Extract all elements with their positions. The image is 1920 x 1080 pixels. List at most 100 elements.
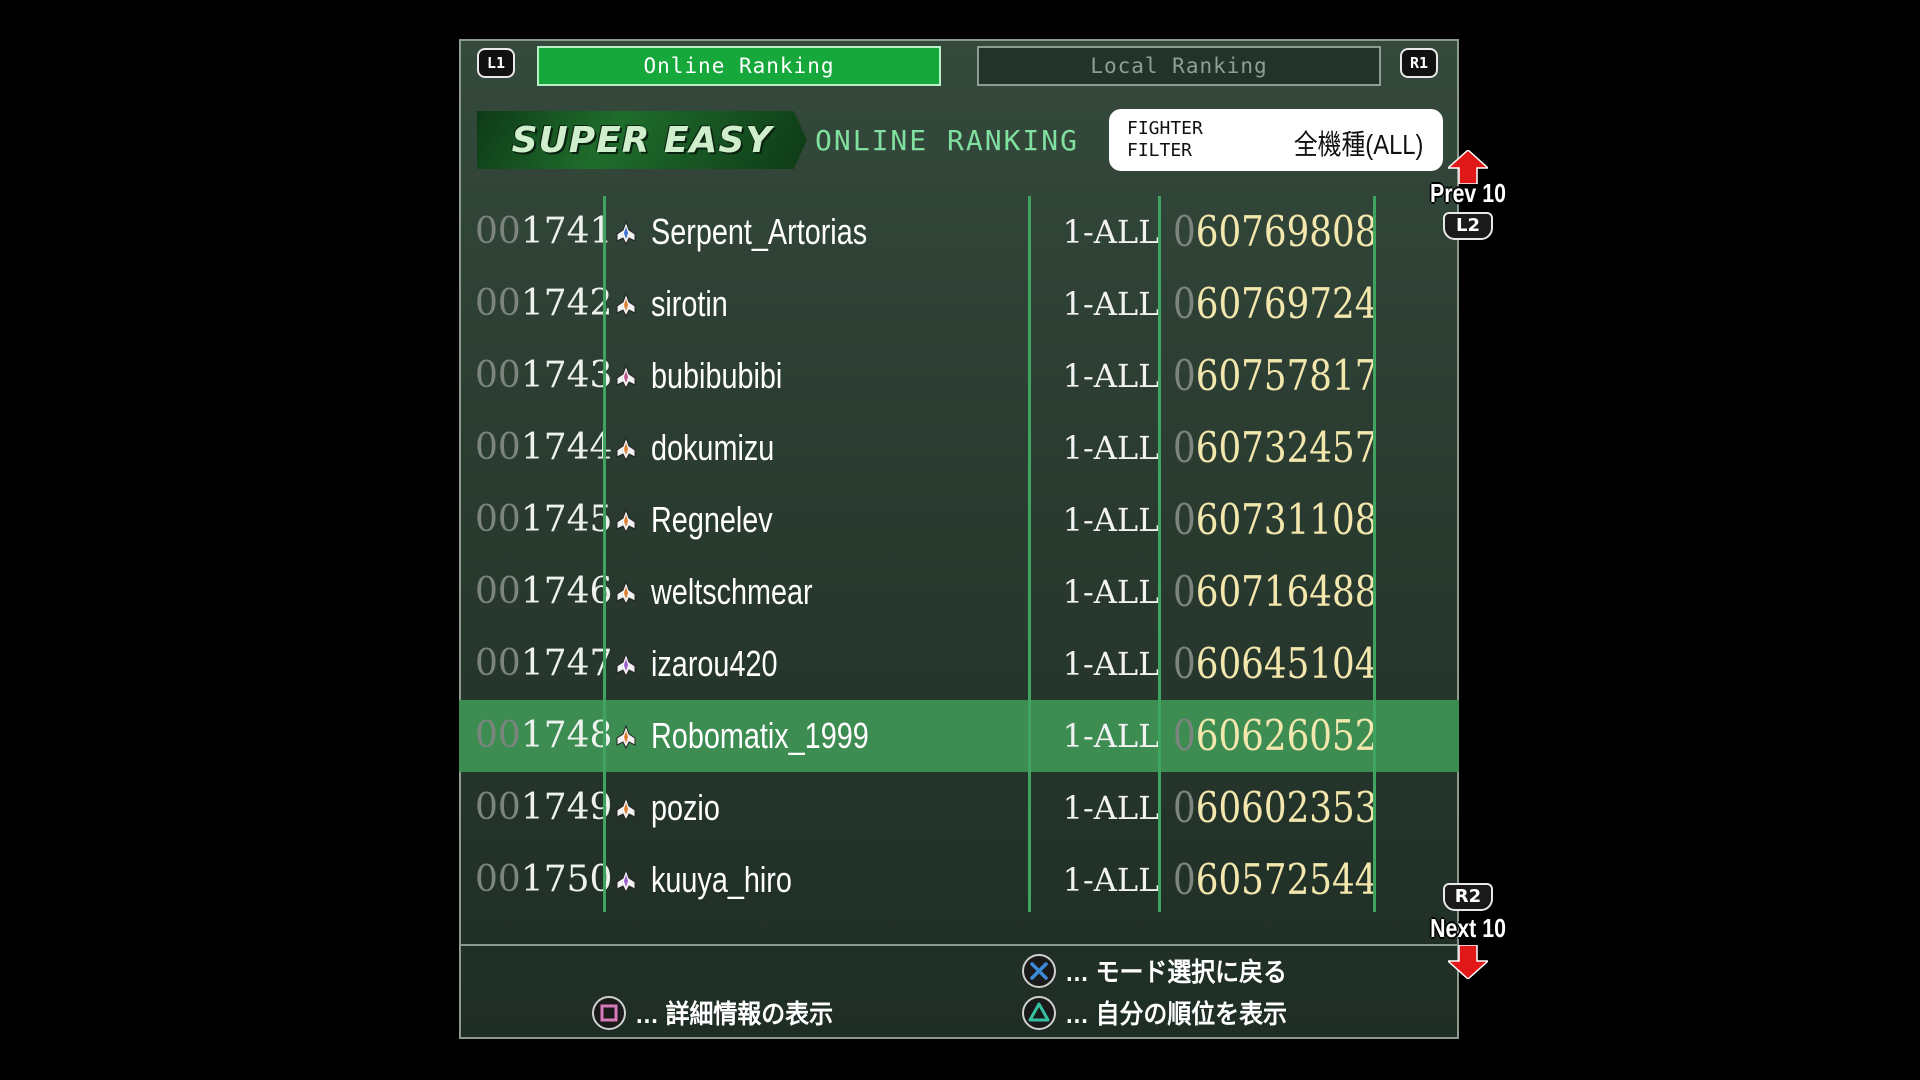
fighter-filter[interactable]: FIGHTER FILTER 全機種(ALL) (1109, 109, 1443, 171)
triangle-button-icon (1022, 995, 1056, 1030)
player-name: kuuya_hiro (651, 859, 792, 900)
score-value: 60731108 (1195, 495, 1378, 544)
score: 060645104 (1173, 628, 1377, 700)
filter-label-line-2: FILTER (1127, 140, 1193, 161)
player-name: pozio (651, 787, 720, 828)
rank-number: 001745 (475, 484, 612, 556)
footer-divider (461, 944, 1457, 946)
hint-triangle-text: … 自分の順位を表示 (1065, 999, 1287, 1029)
score-padding: 0 (1173, 855, 1196, 904)
score: 060602353 (1173, 772, 1377, 844)
prev-10-control[interactable]: Prev 10 L2 (1413, 150, 1523, 250)
stage-reached: 1-ALL (1062, 789, 1160, 827)
score-padding: 0 (1173, 567, 1196, 616)
score-value: 60769724 (1195, 279, 1378, 328)
ranking-row[interactable]: 001747 izarou420 1-ALL 060645104 (459, 628, 1459, 700)
ranking-subtitle: ONLINE RANKING (815, 123, 1080, 157)
hint-square-text: … 詳細情報の表示 (635, 999, 834, 1029)
rank-number: 001742 (475, 268, 612, 340)
stage-reached: 1-ALL (1062, 717, 1160, 755)
score-value: 60626052 (1195, 711, 1378, 760)
score-value: 60572544 (1195, 855, 1378, 904)
player-name: weltschmear (651, 571, 813, 612)
ranking-row[interactable]: 001744 dokumizu 1-ALL 060732457 (459, 412, 1459, 484)
score-padding: 0 (1173, 711, 1196, 760)
player-name: Regnelev (651, 499, 773, 540)
player-name: dokumizu (651, 427, 775, 468)
player-name: bubibubibi (651, 355, 783, 396)
column-divider (1373, 196, 1376, 912)
score-padding: 0 (1173, 639, 1196, 688)
next-10-control[interactable]: R2 Next 10 (1413, 883, 1523, 983)
stage-reached: 1-ALL (1062, 501, 1160, 539)
rank-padding: 00 (475, 715, 521, 756)
hint-cross-text: … モード選択に戻る (1065, 957, 1287, 987)
stage-reached: 1-ALL (1062, 429, 1160, 467)
score-value: 60645104 (1195, 639, 1378, 688)
r1-button-icon[interactable]: R1 (1400, 48, 1438, 78)
score-padding: 0 (1173, 279, 1196, 328)
stage-reached: 1-ALL (1062, 861, 1160, 899)
tab-online-ranking[interactable]: Online Ranking (537, 46, 941, 86)
score-value: 60769808 (1195, 207, 1378, 256)
column-divider (1028, 196, 1031, 912)
rank-value: 1746 (520, 571, 613, 612)
fighter-ship-icon (616, 725, 636, 749)
score-value: 60602353 (1195, 783, 1378, 832)
fighter-ship-icon (616, 869, 636, 893)
rank-padding: 00 (475, 643, 521, 684)
ranking-row[interactable]: 001742 sirotin 1-ALL 060769724 (459, 268, 1459, 340)
ranking-row[interactable]: 001748 Robomatix_1999 1-ALL 060626052 (459, 700, 1459, 772)
next-10-label: Next 10 (1430, 913, 1506, 943)
rank-number: 001741 (475, 196, 612, 268)
score: 060769724 (1173, 268, 1377, 340)
score-padding: 0 (1173, 207, 1196, 256)
rank-number: 001744 (475, 412, 612, 484)
score-value: 60757817 (1195, 351, 1378, 400)
rank-padding: 00 (475, 211, 521, 252)
tab-local-ranking[interactable]: Local Ranking (977, 46, 1381, 86)
rank-padding: 00 (475, 499, 521, 540)
ranking-row[interactable]: 001743 bubibubibi 1-ALL 060757817 (459, 340, 1459, 412)
difficulty-label: SUPER EASY (511, 119, 773, 161)
score-padding: 0 (1173, 783, 1196, 832)
rank-value: 1744 (520, 427, 613, 468)
arrow-down-icon (1448, 945, 1488, 979)
hint-show-my-rank: … 自分の順位を表示 (1021, 994, 1306, 1031)
rank-padding: 00 (475, 571, 521, 612)
l1-button-icon[interactable]: L1 (477, 48, 515, 78)
stage-reached: 1-ALL (1062, 357, 1160, 395)
score: 060626052 (1173, 700, 1377, 772)
rank-value: 1749 (520, 787, 613, 828)
rank-padding: 00 (475, 283, 521, 324)
player-name: izarou420 (651, 643, 778, 684)
rank-number: 001750 (475, 844, 612, 916)
score-value: 60732457 (1195, 423, 1378, 472)
column-divider (603, 196, 606, 912)
rank-value: 1745 (520, 499, 613, 540)
rank-value: 1748 (520, 715, 613, 756)
rank-number: 001749 (475, 772, 612, 844)
score: 060769808 (1173, 196, 1377, 268)
fighter-ship-icon (616, 221, 636, 245)
hint-show-details: … 詳細情報の表示 (591, 994, 850, 1031)
fighter-filter-label: FIGHTER FILTER (1127, 118, 1247, 162)
ranking-row[interactable]: 001746 weltschmear 1-ALL 060716488 (459, 556, 1459, 628)
rank-padding: 00 (475, 427, 521, 468)
rank-padding: 00 (475, 787, 521, 828)
ranking-row[interactable]: 001749 pozio 1-ALL 060602353 (459, 772, 1459, 844)
rank-value: 1741 (520, 211, 613, 252)
ranking-row[interactable]: 001750 kuuya_hiro 1-ALL 060572544 (459, 844, 1459, 916)
rank-number: 001747 (475, 628, 612, 700)
square-button-icon (592, 995, 626, 1030)
fighter-ship-icon (616, 797, 636, 821)
ranking-row[interactable]: 001745 Regnelev 1-ALL 060731108 (459, 484, 1459, 556)
stage-reached: 1-ALL (1062, 285, 1160, 323)
stage-reached: 1-ALL (1062, 645, 1160, 683)
rank-value: 1742 (520, 283, 613, 324)
rank-value: 1750 (520, 859, 613, 900)
score: 060732457 (1173, 412, 1377, 484)
rank-value: 1743 (520, 355, 613, 396)
rank-number: 001746 (475, 556, 612, 628)
ranking-row[interactable]: 001741 Serpent_Artorias 1-ALL 060769808 (459, 196, 1459, 268)
